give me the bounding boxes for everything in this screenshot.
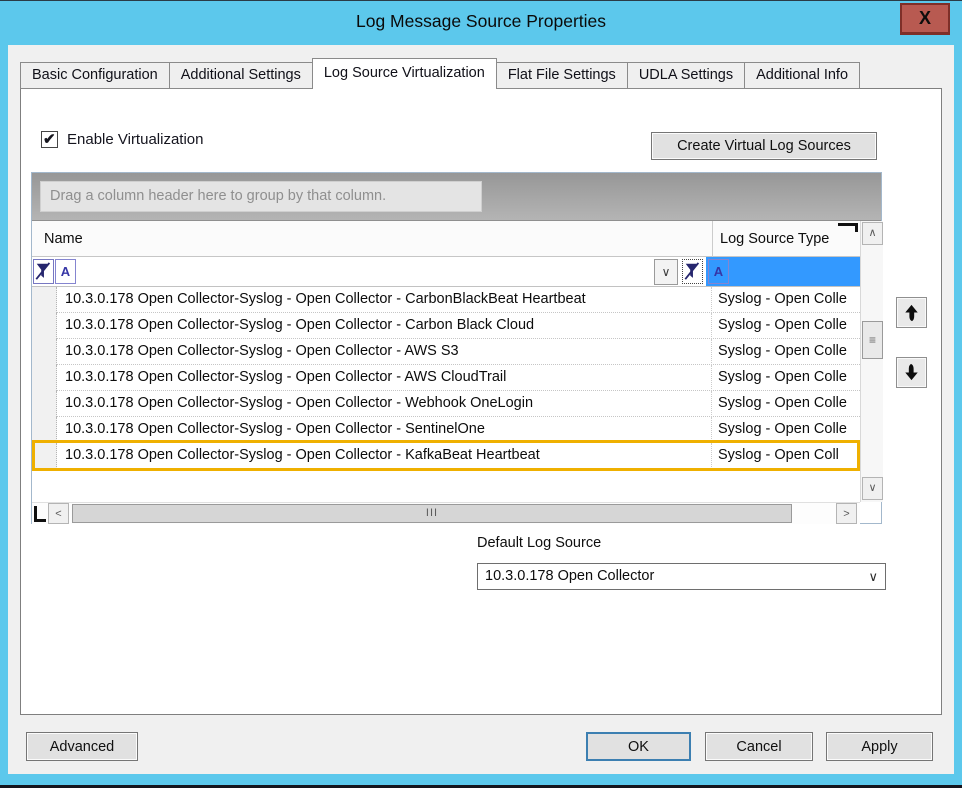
tab-bar: Basic Configuration Additional Settings Lo… bbox=[20, 58, 859, 89]
create-virtual-log-sources-button[interactable]: Create Virtual Log Sources bbox=[651, 132, 877, 160]
scroll-left-button[interactable]: < bbox=[48, 503, 69, 524]
cell-name: 10.3.0.178 Open Collector-Syslog - Open … bbox=[57, 391, 712, 417]
vertical-scroll-thumb[interactable]: ≡ bbox=[862, 321, 883, 359]
cell-name: 10.3.0.178 Open Collector-Syslog - Open … bbox=[57, 287, 712, 313]
cell-log-source-type: Syslog - Open Colle bbox=[712, 287, 860, 313]
grid-corner-mark bbox=[34, 506, 46, 522]
apply-button[interactable]: Apply bbox=[826, 732, 933, 761]
tab-additional-info[interactable]: Additional Info bbox=[744, 62, 860, 89]
enable-virtualization-label: Enable Virtualization bbox=[67, 131, 203, 148]
filter-funnel-icon[interactable] bbox=[682, 259, 703, 284]
tab-label: Basic Configuration bbox=[32, 67, 158, 83]
cell-log-source-type: Syslog - Open Colle bbox=[712, 313, 860, 339]
close-icon: X bbox=[919, 8, 931, 28]
chevron-down-icon: ∨ bbox=[868, 564, 878, 589]
group-by-hint: Drag a column header here to group by th… bbox=[40, 181, 482, 212]
grid-header-row: Name Log Source Type bbox=[32, 221, 860, 257]
cell-log-source-type: Syslog - Open Colle bbox=[712, 417, 860, 443]
up-arrow-icon bbox=[900, 301, 923, 324]
tab-udla-settings[interactable]: UDLA Settings bbox=[627, 62, 745, 89]
enable-virtualization-checkbox[interactable] bbox=[41, 131, 58, 148]
cell-name: 10.3.0.178 Open Collector-Syslog - Open … bbox=[57, 365, 712, 391]
tab-label: Flat File Settings bbox=[508, 67, 616, 83]
cell-name: 10.3.0.178 Open Collector-Syslog - Open … bbox=[57, 313, 712, 339]
cell-name: 10.3.0.178 Open Collector-Syslog - Open … bbox=[57, 417, 712, 443]
tab-label: UDLA Settings bbox=[639, 67, 733, 83]
horizontal-scroll-thumb[interactable]: III bbox=[72, 504, 792, 523]
row-selector[interactable] bbox=[32, 365, 57, 391]
combobox-value: 10.3.0.178 Open Collector bbox=[485, 564, 654, 589]
row-selector[interactable] bbox=[32, 313, 57, 339]
tab-panel-log-source-virtualization: Enable Virtualization Create Virtual Log… bbox=[20, 88, 942, 715]
group-by-bar[interactable]: Drag a column header here to group by th… bbox=[32, 173, 881, 221]
row-selector[interactable] bbox=[32, 417, 57, 443]
table-row[interactable]: 10.3.0.178 Open Collector-Syslog - Open … bbox=[32, 417, 860, 443]
header-corner-mark bbox=[838, 223, 858, 232]
scroll-up-button[interactable]: ∧ bbox=[862, 222, 883, 245]
text-filter-icon[interactable]: A bbox=[55, 259, 76, 284]
default-log-source-label: Default Log Source bbox=[477, 535, 601, 551]
cell-log-source-type: Syslog - Open Colle bbox=[712, 339, 860, 365]
filter-row: A ∨ A bbox=[32, 257, 860, 287]
tab-log-source-virtualization[interactable]: Log Source Virtualization bbox=[312, 58, 497, 89]
ok-button[interactable]: OK bbox=[586, 732, 691, 761]
table-row[interactable]: 10.3.0.178 Open Collector-Syslog - Open … bbox=[32, 287, 860, 313]
tab-label: Additional Info bbox=[756, 67, 848, 83]
filter-funnel-icon[interactable] bbox=[33, 259, 54, 284]
scroll-down-button[interactable]: ∨ bbox=[862, 477, 883, 500]
grid-rows: 10.3.0.178 Open Collector-Syslog - Open … bbox=[32, 287, 860, 469]
horizontal-scrollbar[interactable]: < III > bbox=[32, 502, 860, 524]
tab-label: Log Source Virtualization bbox=[324, 65, 485, 81]
cell-log-source-type: Syslog - Open Colle bbox=[712, 365, 860, 391]
row-selector[interactable] bbox=[32, 391, 57, 417]
down-arrow-icon bbox=[900, 361, 923, 384]
table-row[interactable]: 10.3.0.178 Open Collector-Syslog - Open … bbox=[32, 391, 860, 417]
cancel-button[interactable]: Cancel bbox=[705, 732, 813, 761]
tab-label: Additional Settings bbox=[181, 67, 301, 83]
cell-log-source-type: Syslog - Open Colle bbox=[712, 391, 860, 417]
table-row[interactable]: 10.3.0.178 Open Collector-Syslog - Open … bbox=[32, 365, 860, 391]
default-log-source-combobox[interactable]: 10.3.0.178 Open Collector ∨ bbox=[477, 563, 886, 590]
cell-log-source-type: Syslog - Open Coll bbox=[712, 443, 860, 469]
move-row-down-button[interactable] bbox=[896, 357, 927, 388]
log-sources-grid: Drag a column header here to group by th… bbox=[31, 172, 882, 524]
row-selector[interactable] bbox=[32, 339, 57, 365]
cell-name: 10.3.0.178 Open Collector-Syslog - Open … bbox=[57, 339, 712, 365]
advanced-button[interactable]: Advanced bbox=[26, 732, 138, 761]
type-filter-cell-selected[interactable]: A bbox=[706, 257, 860, 286]
move-row-up-button[interactable] bbox=[896, 297, 927, 328]
title-bar[interactable]: Log Message Source Properties X bbox=[0, 1, 962, 45]
cell-name: 10.3.0.178 Open Collector-Syslog - Open … bbox=[57, 443, 712, 469]
table-row[interactable]: 10.3.0.178 Open Collector-Syslog - Open … bbox=[32, 443, 860, 469]
enable-virtualization-row: Enable Virtualization bbox=[41, 131, 203, 148]
close-button[interactable]: X bbox=[900, 3, 950, 35]
table-row[interactable]: 10.3.0.178 Open Collector-Syslog - Open … bbox=[32, 313, 860, 339]
row-selector[interactable] bbox=[32, 443, 57, 469]
text-filter-icon: A bbox=[708, 259, 729, 284]
column-header-name[interactable]: Name bbox=[44, 221, 83, 257]
filter-dropdown-button[interactable]: ∨ bbox=[654, 259, 678, 285]
dialog-body: Basic Configuration Additional Settings Lo… bbox=[8, 45, 954, 774]
log-message-source-properties-dialog: Log Message Source Properties X Basic Co… bbox=[0, 0, 962, 788]
tab-basic-configuration[interactable]: Basic Configuration bbox=[20, 62, 170, 89]
window-title: Log Message Source Properties bbox=[0, 11, 962, 32]
table-row[interactable]: 10.3.0.178 Open Collector-Syslog - Open … bbox=[32, 339, 860, 365]
tab-additional-settings[interactable]: Additional Settings bbox=[169, 62, 313, 89]
row-selector[interactable] bbox=[32, 287, 57, 313]
tab-flat-file-settings[interactable]: Flat File Settings bbox=[496, 62, 628, 89]
vertical-scrollbar[interactable]: ∧ ≡ ∨ bbox=[860, 221, 883, 502]
scroll-right-button[interactable]: > bbox=[836, 503, 857, 524]
